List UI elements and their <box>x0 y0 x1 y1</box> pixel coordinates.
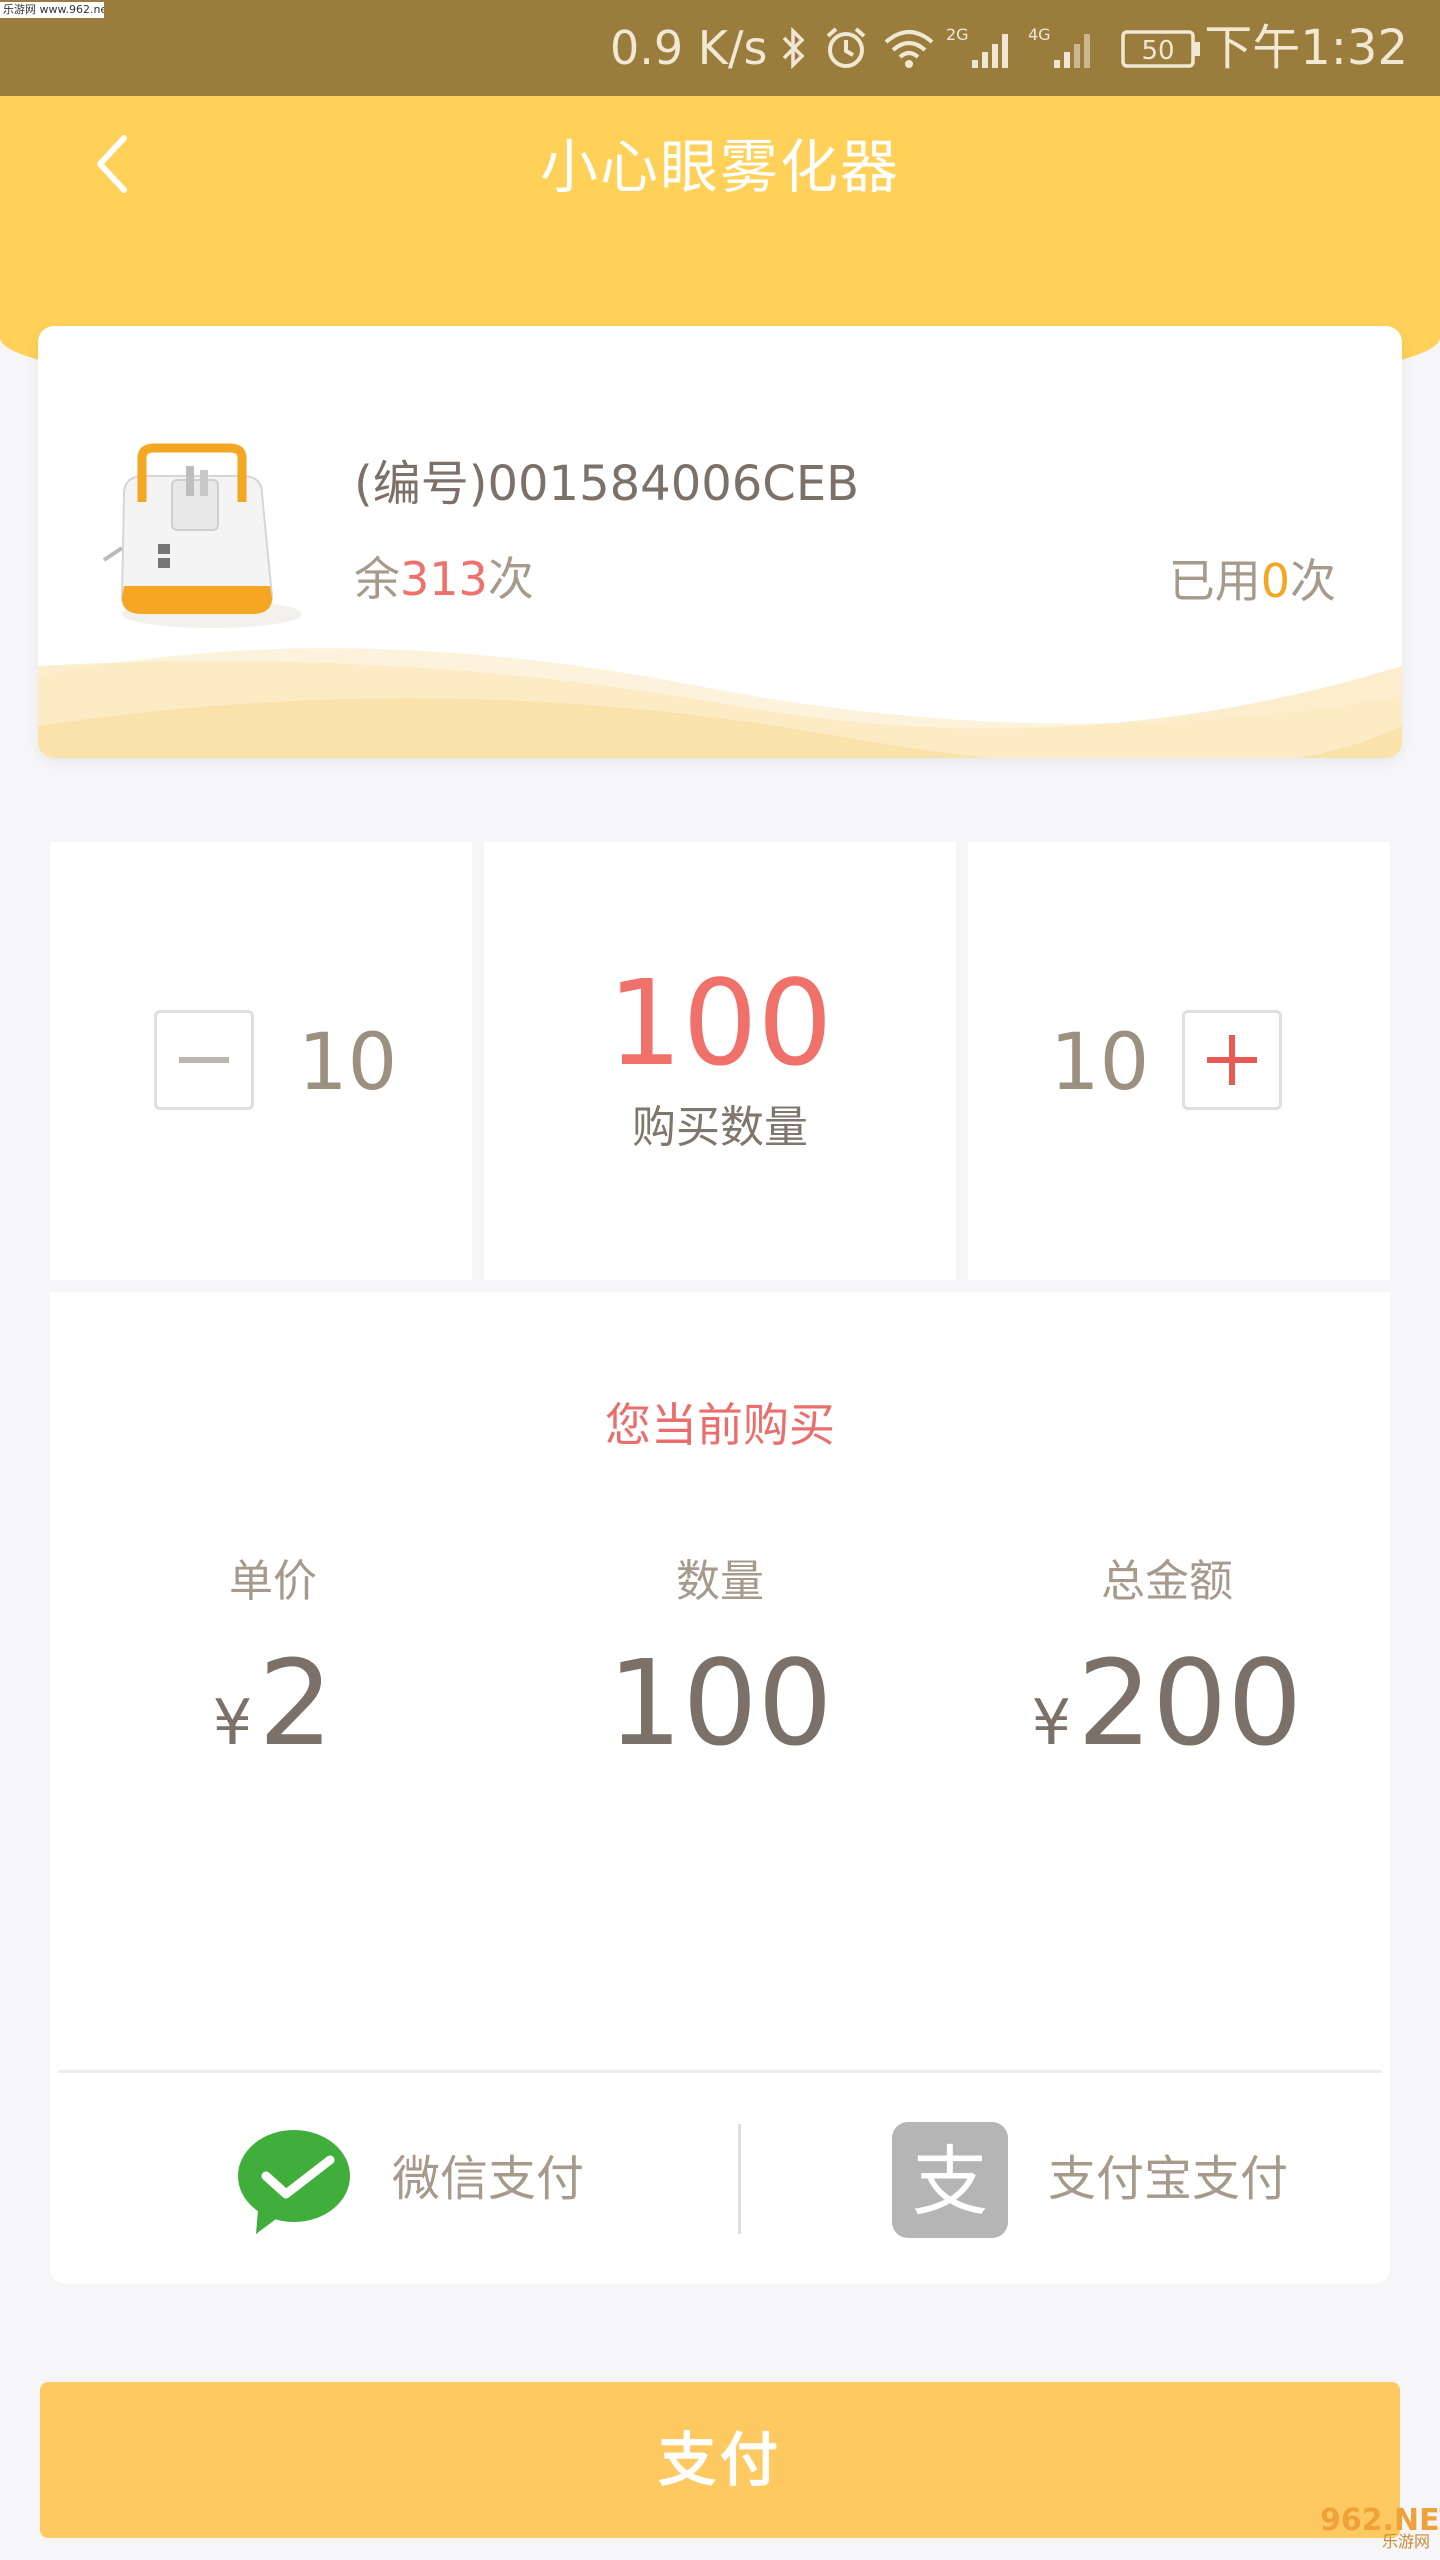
total-amount: ¥200 <box>944 1638 1390 1788</box>
device-card: (编号)001584006CEB 余313次 已用0次 <box>38 326 1402 758</box>
signal-4g-icon: 4G <box>1028 25 1090 68</box>
summary-title: 您当前购买 <box>605 1398 835 1452</box>
used-count-value: 0 <box>1260 554 1290 608</box>
increment-button[interactable] <box>1182 1010 1282 1110</box>
bluetooth-icon <box>782 26 805 70</box>
svg-text:4G: 4G <box>1028 25 1051 44</box>
quantity-label: 购买数量 <box>632 1102 808 1153</box>
plus-icon <box>1207 1035 1257 1085</box>
nebulizer-device-image <box>102 443 302 628</box>
currency-symbol: ¥ <box>212 1686 253 1759</box>
clock: 下午1:32 <box>1204 20 1408 76</box>
currency-symbol: ¥ <box>1031 1686 1072 1759</box>
wechat-pay-option[interactable]: 微信支付 <box>236 2122 656 2238</box>
unit-price: ¥2 <box>50 1638 496 1788</box>
status-bar: 乐游网 www.962.net 0.9 K/s 2G 4G 50 下午1:32 <box>0 0 1440 96</box>
wifi-icon <box>884 30 934 68</box>
wechat-pay-label: 微信支付 <box>392 2151 585 2207</box>
alipay-label: 支付宝支付 <box>1048 2151 1289 2207</box>
increment-panel: 10 <box>968 842 1390 1280</box>
remaining-suffix: 次 <box>487 552 534 606</box>
wechat-pay-icon <box>238 2130 350 2234</box>
card-wave-decoration <box>38 648 1402 758</box>
decrement-step: 10 <box>298 1018 398 1108</box>
brand-watermark-logo: 962.NET 乐游网 <box>1320 2506 1440 2552</box>
unit-price-value: 2 <box>258 1634 334 1772</box>
purchase-summary: 您当前购买 单价 ¥2 数量 100 总金额 ¥200 微信支付 支 支付宝支付 <box>50 1292 1390 2284</box>
decrement-button[interactable] <box>154 1010 254 1110</box>
network-speed: 0.9 K/s <box>610 21 768 75</box>
unit-price-column: 单价 ¥2 <box>50 1554 496 1788</box>
minus-icon <box>179 1057 229 1063</box>
quantity-value: 100 <box>607 954 833 1092</box>
site-watermark: 乐游网 www.962.net <box>0 2 104 18</box>
used-suffix: 次 <box>1290 554 1336 608</box>
page-title: 小心眼雾化器 <box>539 133 900 201</box>
remaining-count: 313 <box>400 552 488 606</box>
battery-icon: 50 <box>1121 30 1200 68</box>
used-prefix: 已用 <box>1168 554 1261 608</box>
pay-button[interactable]: 支付 <box>40 2382 1400 2538</box>
remaining-uses: 余313次 <box>354 550 534 608</box>
alipay-option[interactable]: 支 支付宝支付 <box>892 2122 1312 2238</box>
svg-text:50: 50 <box>1141 36 1174 66</box>
remaining-prefix: 余 <box>354 552 400 606</box>
decrement-panel: 10 <box>50 842 472 1280</box>
increment-step: 10 <box>1050 1018 1150 1108</box>
total-value: 200 <box>1077 1634 1303 1772</box>
alipay-icon: 支 <box>892 2122 1008 2238</box>
device-serial-number: (编号)001584006CEB <box>354 456 860 512</box>
svg-text:2G: 2G <box>946 25 969 44</box>
quantity-display: 100 购买数量 <box>484 842 956 1280</box>
payment-vertical-divider <box>738 2124 741 2234</box>
signal-2g-icon: 2G <box>946 25 1008 68</box>
alarm-icon <box>826 27 866 68</box>
total-label: 总金额 <box>1101 1556 1233 1607</box>
total-column: 总金额 ¥200 <box>944 1554 1390 1788</box>
svg-text:支: 支 <box>912 2137 988 2226</box>
quantity-column-value: 100 <box>607 1634 833 1772</box>
quantity-column-label: 数量 <box>676 1556 764 1607</box>
quantity-column: 数量 100 <box>497 1554 943 1768</box>
payment-divider <box>58 2070 1382 2073</box>
used-count: 已用0次 <box>1169 552 1336 610</box>
unit-price-label: 单价 <box>229 1556 317 1607</box>
